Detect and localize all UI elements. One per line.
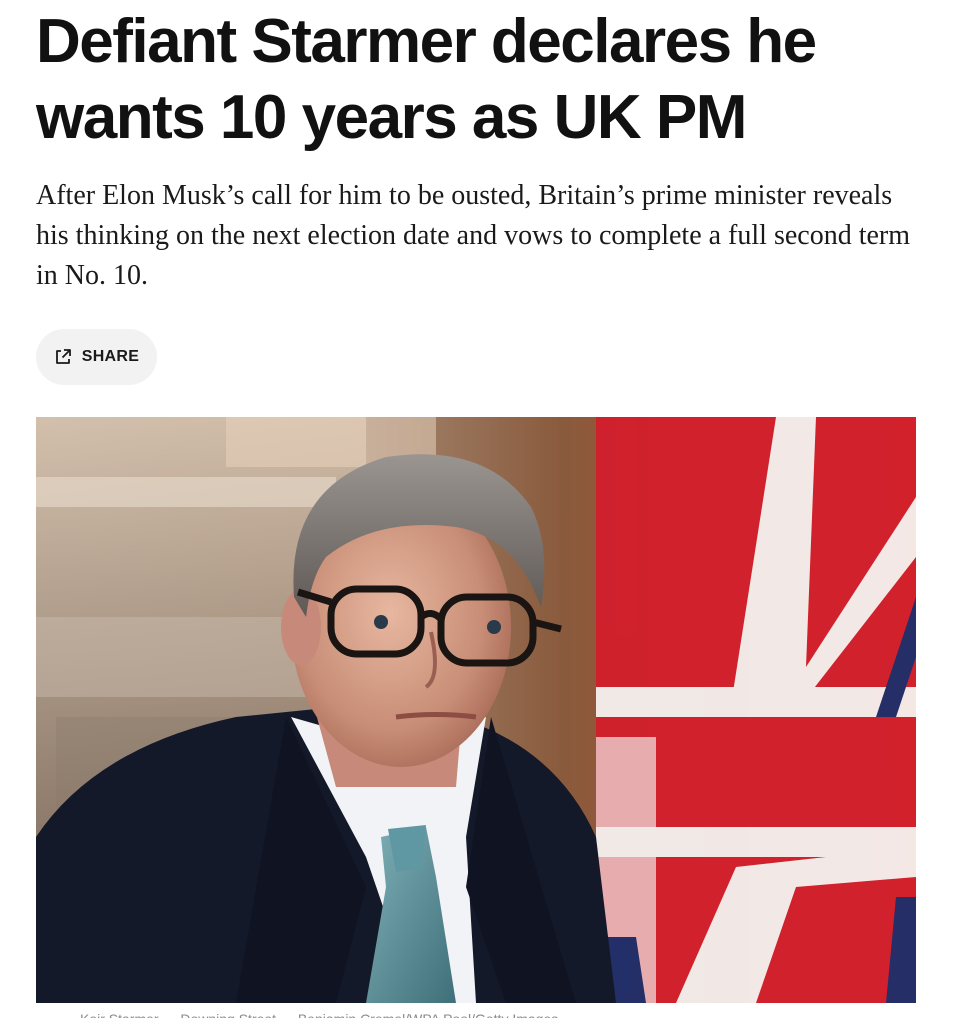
article: Defiant Starmer declares he wants 10 yea… xyxy=(0,0,978,1018)
image-caption: Keir Starmer … Downing Street … Benjamin… xyxy=(80,1010,880,1018)
share-button[interactable]: SHARE xyxy=(36,329,157,385)
hero-image xyxy=(36,417,916,1003)
article-dek: After Elon Musk’s call for him to be ous… xyxy=(36,180,911,291)
share-external-icon xyxy=(54,348,72,366)
share-label: SHARE xyxy=(81,348,140,365)
headline: Defiant Starmer declares he wants 10 yea… xyxy=(36,7,817,152)
